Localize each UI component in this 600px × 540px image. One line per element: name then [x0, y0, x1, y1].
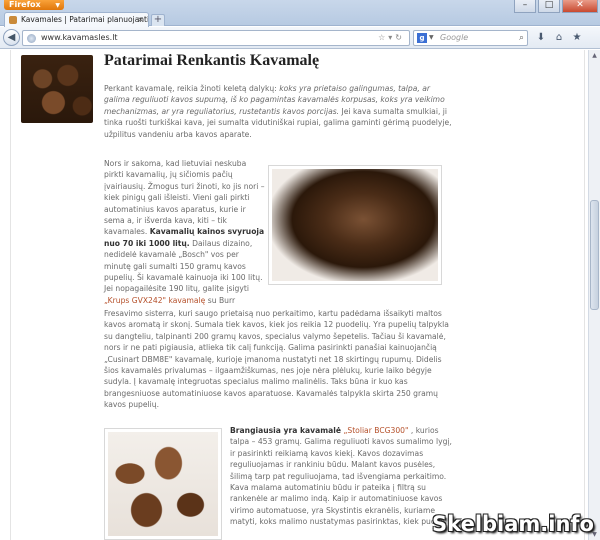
watermark: Skelbiam.info — [432, 512, 594, 536]
paragraph-prices: Nors ir sakoma, kad lietuviai neskuba pi… — [104, 158, 266, 306]
maximize-button[interactable]: □ — [538, 0, 560, 13]
article-title: Patarimai Renkantis Kavamalę — [104, 52, 320, 69]
tab-title: Kavamales | Patarimai planuojantiems isi… — [21, 15, 149, 24]
browser-tab[interactable]: Kavamales | Patarimai planuojantiems isi… — [4, 12, 149, 27]
prices-text-a: Nors ir sakoma, kad lietuviai neskuba pi… — [104, 159, 265, 237]
navigation-toolbar: ◀ www.kavamasles.lt ☆▾↻ g ▼ Google ⌕ ⬇ ⌂… — [0, 27, 600, 49]
vertical-scrollbar[interactable]: ▲ ▼ — [588, 50, 600, 540]
home-icon[interactable]: ⌂ — [552, 31, 566, 45]
features-text: Fresavimo sisterra, kuri saugo prietaisą… — [104, 309, 449, 410]
site-identity-icon[interactable] — [27, 34, 36, 43]
search-bar[interactable]: g ▼ Google ⌕ — [413, 30, 528, 46]
stoliar-link[interactable]: „Stoliar BCG300" — [343, 426, 408, 435]
krups-link[interactable]: „Krups GVX242" kavamalę — [104, 296, 205, 305]
url-text: www.kavamasles.lt — [41, 33, 118, 42]
coffee-beans-thumbnail — [21, 55, 93, 123]
window-controls: – □ ✕ — [514, 0, 598, 13]
close-tab-icon[interactable]: × — [137, 13, 144, 27]
back-button[interactable]: ◀ — [3, 29, 20, 46]
bookmark-star-icon[interactable]: ☆▾↻ — [378, 31, 405, 45]
favicon-icon — [9, 16, 17, 24]
prices-text-c: su Burr — [207, 295, 236, 305]
search-engine-icon[interactable]: g — [417, 33, 427, 43]
intro-lead: Perkant kavamalę, reikia žinoti keletą d… — [104, 84, 277, 93]
bean-photo — [272, 169, 438, 281]
dropdown-arrow-icon: ▼ — [55, 2, 60, 9]
scrollbar-thumb[interactable] — [590, 200, 599, 310]
beans-photo — [108, 432, 218, 536]
search-placeholder: Google — [440, 33, 469, 42]
download-icon[interactable]: ⬇ — [534, 31, 548, 45]
page-viewport[interactable]: Patarimai Renkantis Kavamalę Perkant kav… — [0, 50, 588, 540]
close-window-button[interactable]: ✕ — [562, 0, 598, 13]
firefox-menu-label: Firefox — [9, 0, 41, 9]
coffee-bean-closeup-image — [268, 165, 442, 285]
bookmarks-icon[interactable]: ★ — [570, 31, 584, 45]
new-tab-button[interactable]: + — [151, 14, 165, 26]
paragraph-intro: Perkant kavamalę, reikia žinoti keletą d… — [104, 83, 454, 140]
expensive-text: , kurios talpa – 453 gramų. Galima regul… — [230, 426, 455, 527]
title-bar: Firefox ▼ – □ ✕ Kavamales | Patarimai pl… — [0, 0, 600, 27]
scroll-up-icon[interactable]: ▲ — [589, 50, 600, 61]
address-bar[interactable]: www.kavamasles.lt ☆▾↻ — [22, 30, 410, 46]
firefox-menu-button[interactable]: Firefox ▼ — [4, 0, 64, 10]
minimize-button[interactable]: – — [514, 0, 536, 13]
article-page: Patarimai Renkantis Kavamalę Perkant kav… — [10, 50, 585, 540]
paragraph-expensive: Brangiausia yra kavamalė „Stoliar BCG300… — [230, 425, 455, 528]
coffee-beans-image — [104, 428, 222, 540]
expensive-bold: Brangiausia yra kavamalė — [230, 426, 342, 435]
search-engine-dropdown-icon[interactable]: ▼ — [429, 31, 434, 45]
paragraph-features: Fresavimo sisterra, kuri saugo prietaisą… — [104, 308, 454, 411]
search-icon[interactable]: ⌕ — [519, 31, 524, 45]
